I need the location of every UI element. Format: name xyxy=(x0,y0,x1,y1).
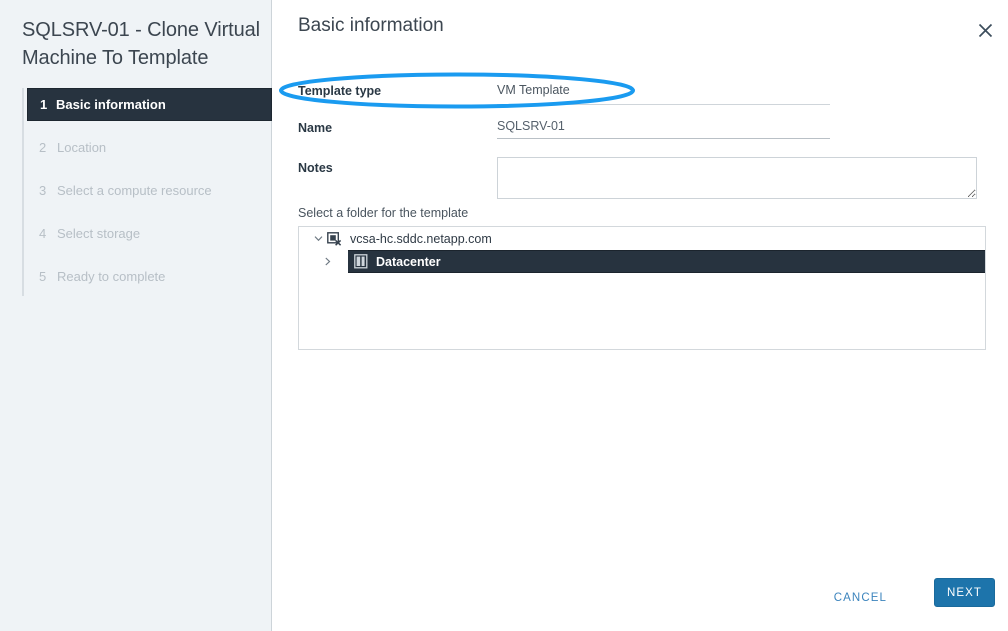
main-panel: Basic information Template type VM Templ… xyxy=(273,0,1008,631)
notes-textarea[interactable] xyxy=(497,157,977,199)
sidebar-step-ready-to-complete[interactable]: 5 Ready to complete xyxy=(0,260,272,293)
step-number: 4 xyxy=(39,226,47,241)
tree-node-vcenter-server[interactable]: vcsa-hc.sddc.netapp.com xyxy=(299,227,985,250)
close-icon xyxy=(978,23,992,37)
step-label: Basic information xyxy=(56,97,166,112)
step-number: 1 xyxy=(40,97,48,112)
name-label: Name xyxy=(298,121,333,135)
step-label: Select a compute resource xyxy=(57,183,212,198)
tree-node-datacenter[interactable]: Datacenter xyxy=(324,250,985,273)
page-title: Basic information xyxy=(298,15,444,36)
name-row: Name xyxy=(273,117,1008,147)
chevron-down-icon[interactable] xyxy=(310,234,326,243)
datacenter-icon xyxy=(352,254,369,269)
step-number: 2 xyxy=(39,140,47,155)
chevron-right-icon[interactable] xyxy=(319,257,335,266)
step-number: 5 xyxy=(39,269,47,284)
sidebar-step-select-compute-resource[interactable]: 3 Select a compute resource xyxy=(0,174,272,207)
step-label: Ready to complete xyxy=(57,269,166,284)
wizard-sidebar: SQLSRV-01 - Clone Virtual Machine To Tem… xyxy=(0,0,272,631)
step-label: Select storage xyxy=(57,226,141,241)
step-number: 3 xyxy=(39,183,47,198)
sidebar-step-location[interactable]: 2 Location xyxy=(0,131,272,164)
tree-node-label: Datacenter xyxy=(376,254,441,269)
step-label: Location xyxy=(57,140,107,155)
sidebar-step-select-storage[interactable]: 4 Select storage xyxy=(0,217,272,250)
vcenter-server-icon xyxy=(326,231,343,246)
notes-row: Notes xyxy=(273,157,1008,201)
dialog-footer: CANCEL NEXT xyxy=(273,569,1008,631)
next-button[interactable]: NEXT xyxy=(934,578,995,607)
sidebar-step-basic-information[interactable]: 1 Basic information xyxy=(27,88,272,121)
template-type-value: VM Template xyxy=(497,83,830,105)
close-button[interactable] xyxy=(972,17,998,43)
template-type-label: Template type xyxy=(298,84,382,98)
wizard-steps-list: 1 Basic information 2 Location 3 Select … xyxy=(0,88,272,303)
name-input[interactable] xyxy=(497,117,830,139)
folder-section-label: Select a folder for the template xyxy=(298,206,469,220)
cancel-button[interactable]: CANCEL xyxy=(828,585,893,611)
wizard-title: SQLSRV-01 - Clone Virtual Machine To Tem… xyxy=(22,19,260,69)
folder-tree-box: vcsa-hc.sddc.netapp.com Datacenter xyxy=(298,226,986,350)
notes-label: Notes xyxy=(298,161,333,175)
tree-node-label: vcsa-hc.sddc.netapp.com xyxy=(350,231,492,246)
template-type-row: Template type VM Template xyxy=(273,80,1008,110)
